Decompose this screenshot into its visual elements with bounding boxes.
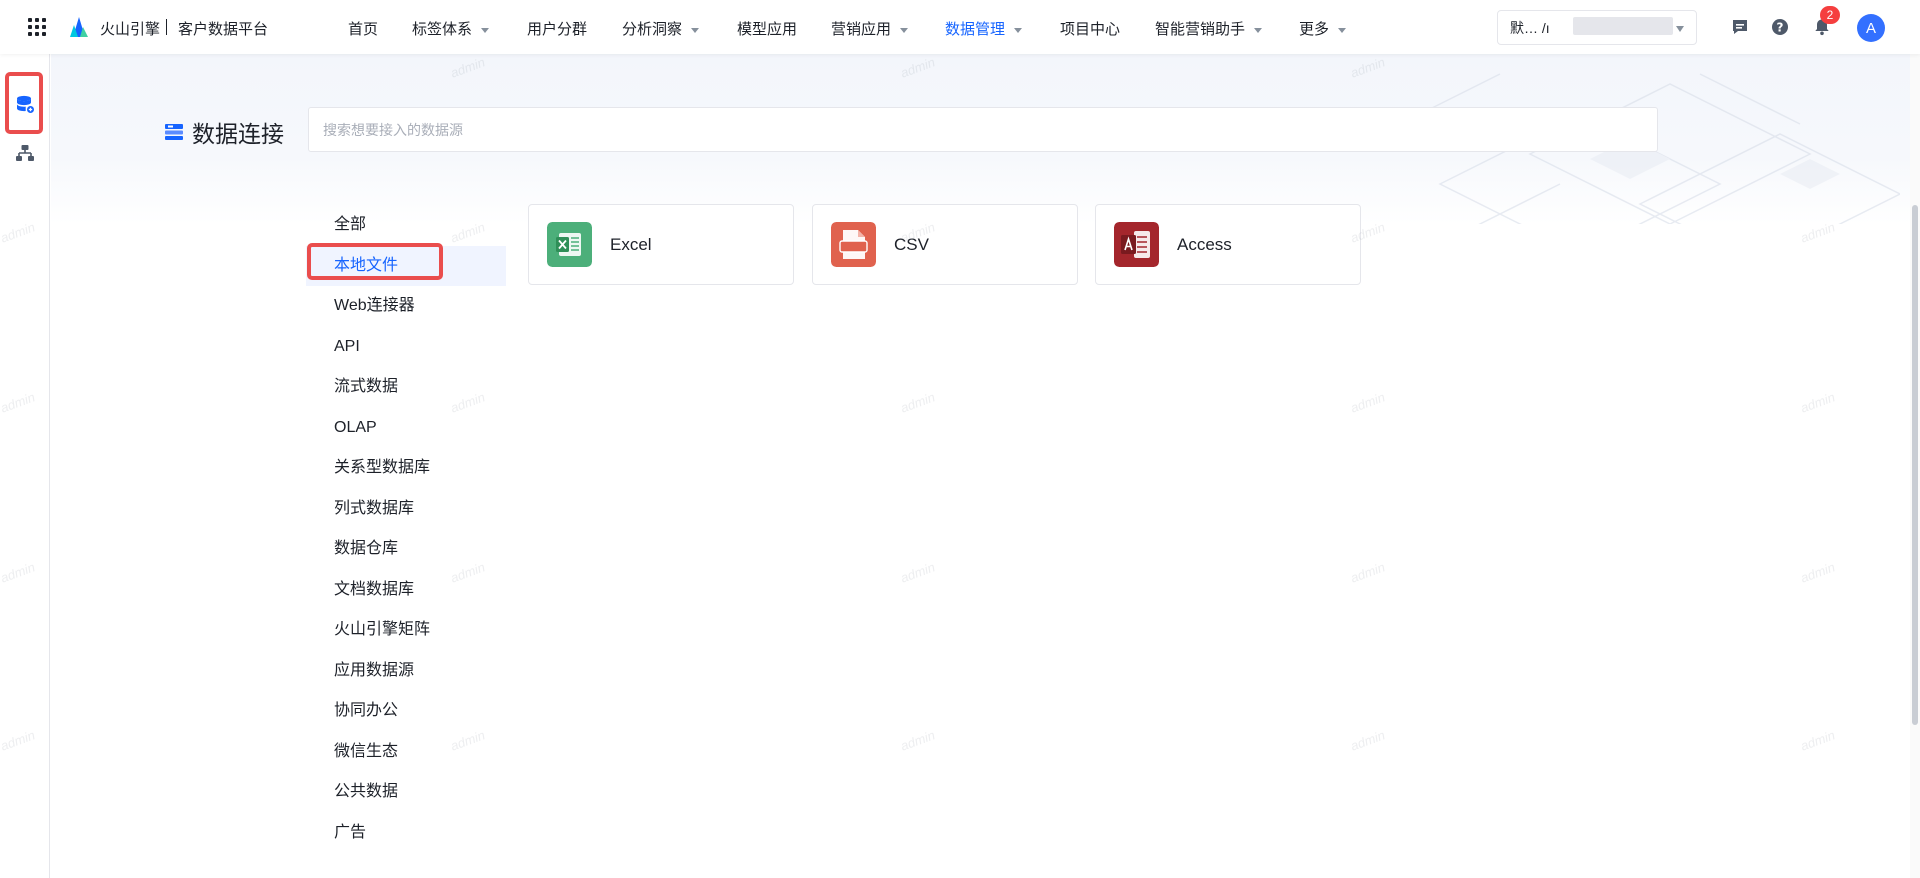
watermark: admin — [1798, 389, 1837, 416]
message-icon[interactable] — [1731, 18, 1749, 36]
hierarchy-icon[interactable] — [14, 143, 36, 165]
nav-user-segments[interactable]: 用户分群 — [527, 18, 587, 39]
category-item-app-datasource[interactable]: 应用数据源 — [306, 651, 506, 692]
category-item-wechat-ecosystem[interactable]: 微信生态 — [306, 732, 506, 773]
chevron-down-icon — [1014, 27, 1023, 33]
avatar[interactable]: A — [1857, 14, 1885, 42]
category-item-relational-db[interactable]: 关系型数据库 — [306, 448, 506, 489]
data-connection-icon — [165, 124, 183, 140]
datasource-search-input[interactable] — [308, 107, 1658, 152]
nav-home[interactable]: 首页 — [348, 18, 378, 39]
nav-tag-system[interactable]: 标签体系 — [412, 18, 490, 39]
brand-name: 火山引擎 — [100, 21, 161, 38]
category-list: 全部 本地文件 Web连接器 API 流式数据 OLAP 关系型数据库 列式数据… — [306, 205, 506, 841]
category-item-document-db[interactable]: 文档数据库 — [306, 570, 506, 611]
connector-label: Access — [1177, 234, 1232, 254]
brand-divider — [166, 19, 167, 35]
watermark: admin — [1348, 559, 1387, 586]
category-item-public-data[interactable]: 公共数据 — [306, 772, 506, 813]
nav-marketing-apps[interactable]: 营销应用 — [831, 18, 909, 39]
chevron-down-icon — [691, 27, 700, 33]
watermark: admin — [1798, 559, 1837, 586]
connector-card-csv[interactable]: CSV — [812, 204, 1078, 285]
csv-icon — [831, 222, 876, 267]
nav-smart-marketing-assistant[interactable]: 智能营销助手 — [1155, 18, 1263, 39]
watermark: admin — [1348, 727, 1387, 754]
nav-model-apps[interactable]: 模型应用 — [737, 18, 797, 39]
chevron-down-icon — [1676, 26, 1684, 32]
top-navigation-bar: 火山引擎 客户数据平台 首页 标签体系 用户分群 分析洞察 模型应用 营销应用 … — [0, 0, 1920, 54]
watermark: admin — [1798, 727, 1837, 754]
svg-text:?: ? — [1777, 21, 1784, 35]
connector-card-access[interactable]: Access — [1095, 204, 1361, 285]
category-item-advertising[interactable]: 广告 — [306, 813, 506, 841]
category-item-all[interactable]: 全部 — [306, 205, 506, 246]
category-item-volcengine-matrix[interactable]: 火山引擎矩阵 — [306, 610, 506, 651]
category-item-collaboration[interactable]: 协同办公 — [306, 691, 506, 732]
nav-more[interactable]: 更多 — [1299, 18, 1347, 39]
workspace-name: 默… /ı — [1510, 19, 1550, 36]
connector-label: Excel — [610, 234, 652, 254]
workspace-selector[interactable]: 默… /ı — [1497, 10, 1697, 45]
page-title: 数据连接 — [192, 121, 284, 147]
volcengine-logo-icon — [70, 17, 88, 37]
app-grid-icon[interactable] — [28, 18, 46, 36]
chevron-down-icon — [1254, 27, 1263, 33]
chevron-down-icon — [1338, 27, 1347, 33]
scrollbar-thumb[interactable] — [1912, 205, 1918, 725]
access-icon — [1114, 222, 1159, 267]
watermark: admin — [898, 559, 937, 586]
nav-data-management[interactable]: 数据管理 — [945, 18, 1023, 39]
redacted-block — [1573, 17, 1673, 35]
category-item-local-files[interactable]: 本地文件 — [306, 245, 506, 286]
product-name: 客户数据平台 — [178, 21, 269, 38]
help-icon[interactable]: ? — [1771, 18, 1789, 36]
category-item-streaming-data[interactable]: 流式数据 — [306, 367, 506, 408]
nav-analysis-insights[interactable]: 分析洞察 — [622, 18, 700, 39]
watermark: admin — [898, 389, 937, 416]
connector-label: CSV — [894, 234, 929, 254]
category-item-columnar-db[interactable]: 列式数据库 — [306, 489, 506, 530]
watermark: admin — [1348, 389, 1387, 416]
notification-badge: 2 — [1820, 6, 1840, 24]
category-item-web-connector[interactable]: Web连接器 — [306, 286, 506, 327]
category-item-olap[interactable]: OLAP — [306, 408, 506, 449]
left-sidebar — [0, 54, 50, 878]
watermark: admin — [898, 727, 937, 754]
excel-icon — [547, 222, 592, 267]
chevron-down-icon — [900, 27, 909, 33]
page-heading: 数据连接 — [164, 115, 284, 149]
chevron-down-icon — [481, 27, 490, 33]
category-item-api[interactable]: API — [306, 327, 506, 368]
nav-project-center[interactable]: 项目中心 — [1060, 18, 1120, 39]
category-item-data-warehouse[interactable]: 数据仓库 — [306, 529, 506, 570]
database-icon[interactable] — [14, 94, 36, 116]
connector-card-excel[interactable]: Excel — [528, 204, 794, 285]
